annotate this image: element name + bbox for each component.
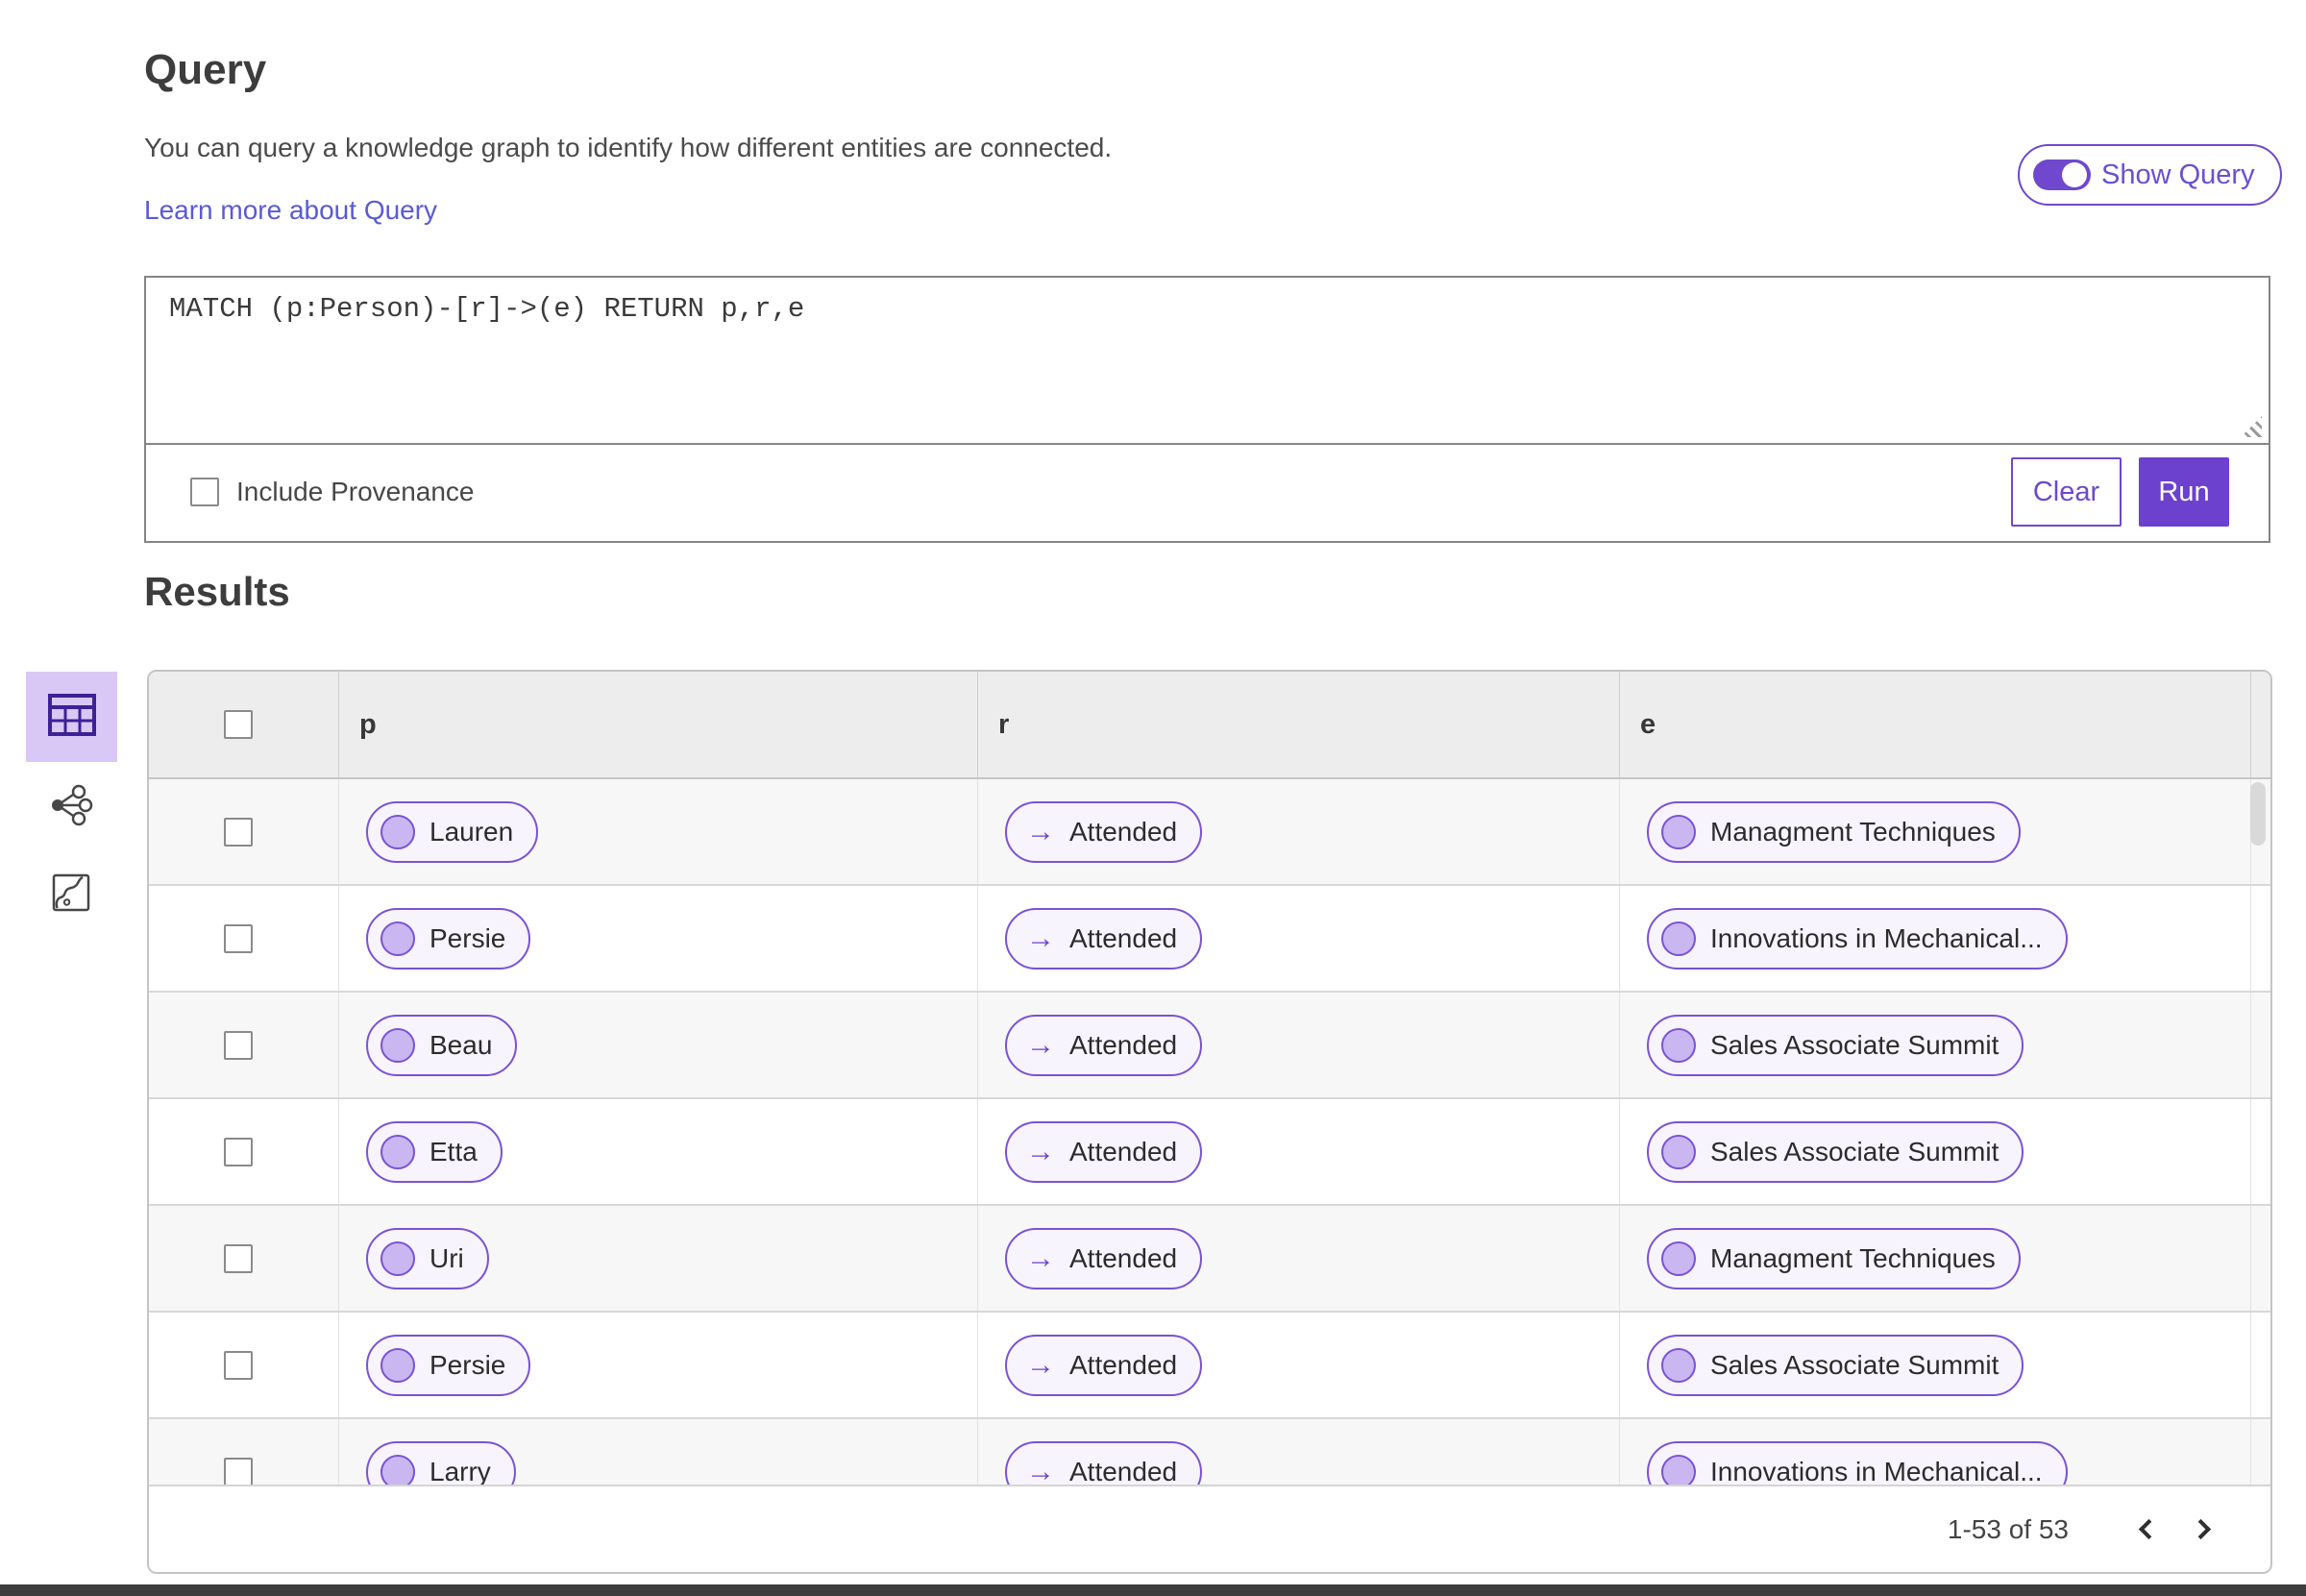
relationship-pill[interactable]: → Attended: [1005, 800, 1203, 863]
graph-view-button[interactable]: [48, 784, 94, 831]
chevron-right-icon: [2190, 1518, 2211, 1540]
show-query-label: Show Query: [2101, 159, 2255, 190]
arrow-right-icon: →: [1026, 1135, 1055, 1167]
map-view-icon: [51, 872, 91, 918]
results-title: Results: [144, 569, 290, 614]
toggle-knob: [2062, 162, 2087, 187]
node-circle-icon: [380, 1027, 415, 1063]
row-checkbox[interactable]: [224, 1137, 253, 1166]
arrow-right-icon: →: [1026, 1241, 1055, 1274]
relationship-pill[interactable]: → Attended: [1005, 1120, 1203, 1183]
query-panel: MATCH (p:Person)-[r]->(e) RETURN p,r,e I…: [144, 276, 2270, 543]
node-pill[interactable]: Sales Associate Summit: [1647, 1014, 2024, 1076]
page-title: Query: [144, 46, 267, 93]
node-pill[interactable]: Persie: [366, 1334, 531, 1396]
pagination-range: 1-53 of 53: [1947, 1513, 2069, 1544]
query-actions-bar: Include Provenance Clear Run: [146, 445, 2269, 539]
table-row: Lauren → Attended Managment Techniques: [149, 779, 2270, 886]
show-query-toggle[interactable]: Show Query: [2018, 144, 2282, 206]
include-provenance-checkbox[interactable]: [190, 478, 219, 506]
node-pill[interactable]: Beau: [366, 1014, 518, 1076]
arrow-right-icon: →: [1026, 1455, 1055, 1485]
node-pill[interactable]: Sales Associate Summit: [1647, 1120, 2024, 1183]
node-pill[interactable]: Managment Techniques: [1647, 1227, 2021, 1289]
table-row: Beau → Attended Sales Associate Summit: [149, 993, 2270, 1099]
table-row: Larry → Attended Innovations in Mechanica…: [149, 1419, 2270, 1485]
row-checkbox[interactable]: [224, 923, 253, 953]
node-pill[interactable]: Innovations in Mechanical...: [1647, 1440, 2068, 1485]
column-header-r[interactable]: r: [977, 672, 1619, 777]
arrow-right-icon: →: [1026, 815, 1055, 847]
node-circle-icon: [1661, 1134, 1696, 1169]
chevron-left-icon: [2138, 1518, 2159, 1540]
node-circle-icon: [1661, 921, 1696, 956]
arrow-right-icon: →: [1026, 1348, 1055, 1381]
node-pill[interactable]: Larry: [366, 1440, 516, 1485]
previous-page-button[interactable]: [2117, 1501, 2174, 1559]
node-circle-icon: [380, 1454, 415, 1485]
arrow-right-icon: →: [1026, 1028, 1055, 1061]
query-editor[interactable]: MATCH (p:Person)-[r]->(e) RETURN p,r,e: [146, 278, 2269, 445]
node-circle-icon: [1661, 1240, 1696, 1276]
run-button[interactable]: Run: [2139, 457, 2229, 527]
next-page-button[interactable]: [2174, 1501, 2232, 1559]
node-pill[interactable]: Uri: [366, 1227, 489, 1289]
arrow-right-icon: →: [1026, 921, 1055, 954]
row-checkbox[interactable]: [224, 1457, 253, 1485]
query-description: You can query a knowledge graph to ident…: [144, 133, 1113, 162]
relationship-pill[interactable]: → Attended: [1005, 1440, 1203, 1485]
table-header-row: p r e: [149, 672, 2270, 779]
toggle-switch-icon[interactable]: [2033, 160, 2091, 190]
vertical-scrollbar[interactable]: [2250, 782, 2266, 846]
include-provenance-label: Include Provenance: [236, 477, 475, 506]
relationship-pill[interactable]: → Attended: [1005, 1227, 1203, 1289]
column-header-e[interactable]: e: [1619, 672, 2250, 777]
map-view-button[interactable]: [51, 872, 91, 918]
resize-grip-icon[interactable]: [2241, 416, 2262, 437]
row-checkbox[interactable]: [224, 817, 253, 847]
table-row: Persie → Attended Innovations in Mechanic…: [149, 886, 2270, 993]
node-circle-icon: [1661, 1347, 1696, 1383]
query-text[interactable]: MATCH (p:Person)-[r]->(e) RETURN p,r,e: [169, 293, 804, 325]
node-circle-icon: [380, 921, 415, 956]
table-row: Uri → Attended Managment Techniques: [149, 1206, 2270, 1313]
row-checkbox[interactable]: [224, 1350, 253, 1380]
table-body: Lauren → Attended Managment Techniques Pe…: [149, 779, 2270, 1485]
node-pill[interactable]: Etta: [366, 1120, 503, 1183]
node-circle-icon: [380, 1347, 415, 1383]
node-circle-icon: [380, 1240, 415, 1276]
table-row: Persie → Attended Sales Associate Summit: [149, 1313, 2270, 1419]
select-all-checkbox[interactable]: [224, 710, 253, 739]
relationship-pill[interactable]: → Attended: [1005, 907, 1203, 970]
table-view-icon: [47, 693, 96, 741]
table-view-button[interactable]: [26, 672, 117, 762]
scrollbar-gutter: [2250, 672, 2270, 777]
window-bottom-edge: [0, 1584, 2306, 1596]
node-circle-icon: [380, 1134, 415, 1169]
node-pill[interactable]: Sales Associate Summit: [1647, 1334, 2024, 1396]
clear-button[interactable]: Clear: [2011, 457, 2122, 527]
graph-view-icon: [49, 784, 93, 831]
row-checkbox[interactable]: [224, 1030, 253, 1060]
row-checkbox[interactable]: [224, 1243, 253, 1273]
node-pill[interactable]: Persie: [366, 907, 531, 970]
relationship-pill[interactable]: → Attended: [1005, 1014, 1203, 1076]
node-circle-icon: [1661, 1454, 1696, 1485]
pagination-bar: 1-53 of 53: [149, 1485, 2270, 1572]
node-pill[interactable]: Innovations in Mechanical...: [1647, 907, 2068, 970]
table-row: Etta → Attended Sales Associate Summit: [149, 1099, 2270, 1206]
relationship-pill[interactable]: → Attended: [1005, 1334, 1203, 1396]
column-header-p[interactable]: p: [338, 672, 977, 777]
node-circle-icon: [380, 814, 415, 849]
node-circle-icon: [1661, 1027, 1696, 1063]
node-pill[interactable]: Managment Techniques: [1647, 800, 2021, 863]
learn-more-link[interactable]: Learn more about Query: [144, 195, 437, 226]
node-pill[interactable]: Lauren: [366, 800, 539, 863]
node-circle-icon: [1661, 814, 1696, 849]
results-table: p r e Lauren → Attended Managment Techniq…: [147, 670, 2272, 1574]
